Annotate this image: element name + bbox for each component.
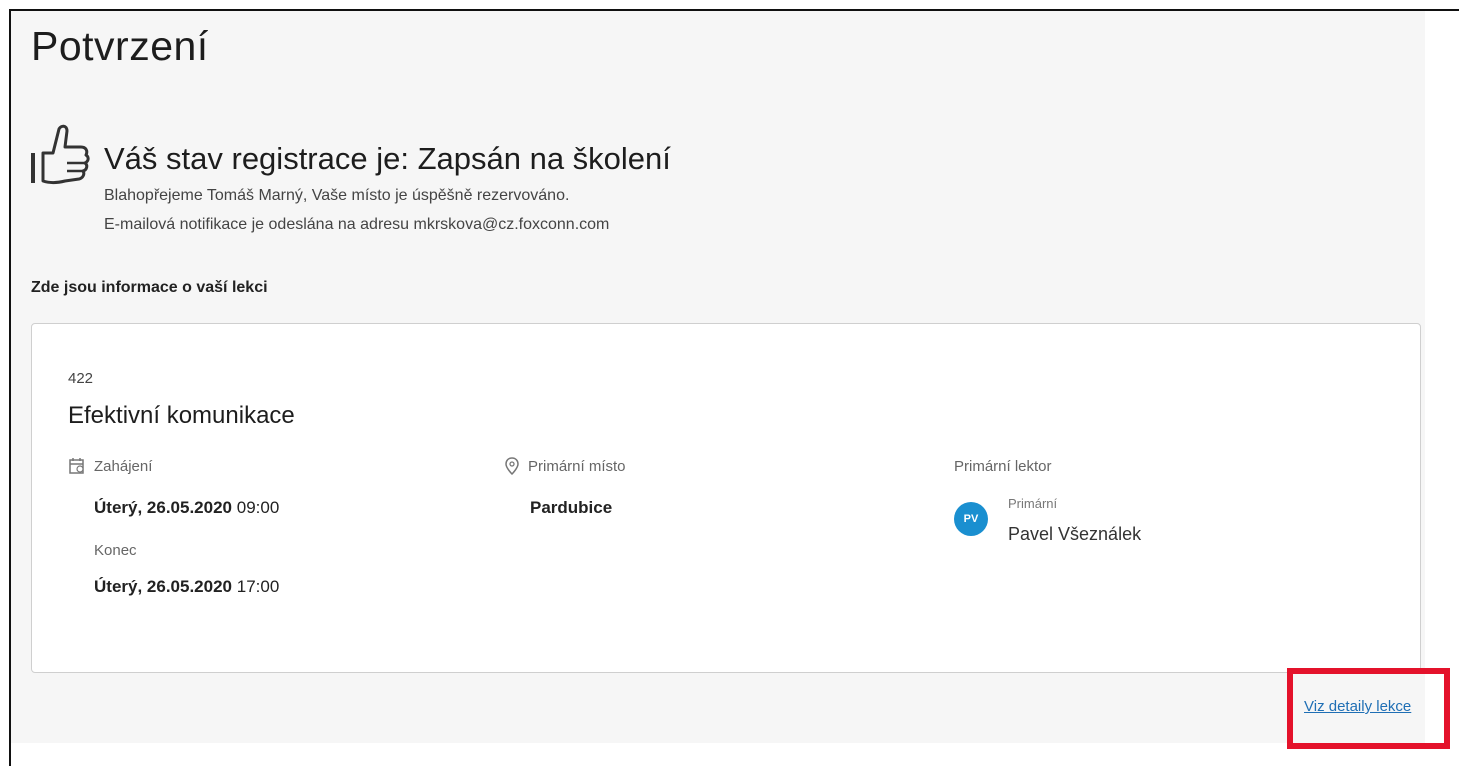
start-label: Zahájení xyxy=(94,457,153,475)
lesson-lector: Primární lektor PV Primární Pavel Všezná… xyxy=(954,456,1374,556)
place-label: Primární místo xyxy=(528,457,626,475)
page-title: Potvrzení xyxy=(31,23,209,69)
place-label-row: Primární místo xyxy=(504,456,904,476)
start-value: Úterý, 26.05.2020 09:00 xyxy=(94,498,468,518)
lesson-schedule: Zahájení Úterý, 26.05.2020 09:00 Konec Ú… xyxy=(68,456,468,597)
lector-role: Primární xyxy=(1008,496,1058,511)
location-pin-icon xyxy=(505,457,519,475)
lesson-info-label: Zde jsou informace o vaší lekci xyxy=(31,279,268,296)
start-time: 09:00 xyxy=(236,498,280,517)
end-value: Úterý, 26.05.2020 17:00 xyxy=(94,577,468,597)
calendar-icon xyxy=(69,458,84,474)
lesson-card: 422 Efektivní komunikace Zahájení Úterý,… xyxy=(31,323,1421,673)
place-value: Pardubice xyxy=(530,498,613,517)
lector-name: Pavel Všeználek xyxy=(1008,524,1142,544)
lector-label: Primární lektor xyxy=(954,457,1052,475)
registration-status: Váš stav registrace je: Zapsán na školen… xyxy=(29,123,929,243)
confirmation-page: Potvrzení Váš stav registrace je: Zapsán… xyxy=(11,11,1425,743)
lector-row: PV Primární Pavel Všeználek xyxy=(954,496,1374,556)
avatar: PV xyxy=(954,502,988,536)
lesson-detail-link[interactable]: Viz detaily lekce xyxy=(1304,698,1411,715)
end-time: 17:00 xyxy=(236,577,280,596)
start-label-row: Zahájení xyxy=(68,456,468,476)
lesson-place: Primární místo Pardubice xyxy=(504,456,904,518)
congratulation-text: Blahopřejeme Tomáš Marný, Vaše místo je … xyxy=(104,187,570,204)
lesson-code: 422 xyxy=(68,370,94,387)
thumbs-up-icon xyxy=(31,124,90,184)
start-date: Úterý, 26.05.2020 xyxy=(94,498,232,517)
end-label: Konec xyxy=(94,542,137,559)
end-date: Úterý, 26.05.2020 xyxy=(94,577,232,596)
status-heading: Váš stav registrace je: Zapsán na školen… xyxy=(104,141,671,176)
email-notification-text: E-mailová notifikace je odeslána na adre… xyxy=(104,216,610,233)
lesson-title: Efektivní komunikace xyxy=(68,402,295,429)
